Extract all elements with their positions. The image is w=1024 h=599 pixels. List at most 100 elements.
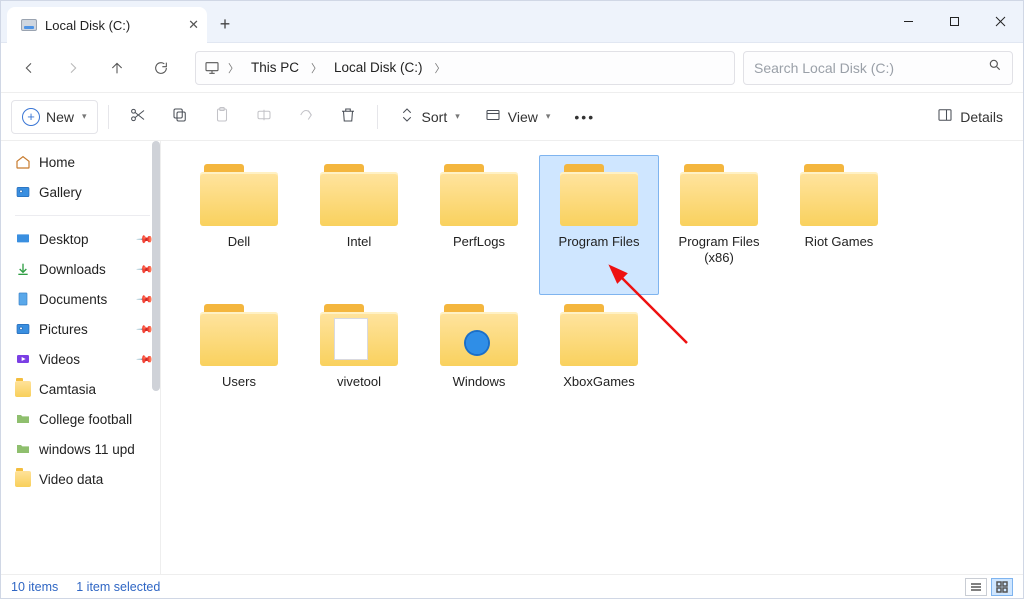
sidebar-item-pictures[interactable]: Pictures 📌 — [5, 314, 160, 344]
content-area[interactable]: Dell Intel PerfLogs Program Files Progra… — [161, 141, 1023, 574]
details-view-toggle[interactable] — [965, 578, 987, 596]
disk-icon — [21, 19, 37, 31]
up-button[interactable] — [99, 50, 135, 86]
desktop-icon — [15, 231, 31, 247]
chevron-down-icon: ▾ — [82, 111, 87, 122]
plus-icon: + — [22, 108, 40, 126]
new-tab-button[interactable]: + — [207, 7, 243, 42]
folder-label: Program Files — [559, 234, 640, 250]
sidebar-item-gallery[interactable]: Gallery — [5, 177, 160, 207]
folder-icon — [800, 164, 878, 226]
address-bar: 〉 This PC 〉 Local Disk (C:) 〉 — [1, 43, 1023, 93]
share-icon — [297, 106, 315, 127]
sidebar-item-label: Downloads — [39, 262, 106, 277]
new-button-label: New — [46, 109, 74, 125]
copy-icon — [171, 106, 189, 127]
folder-label: Dell — [228, 234, 250, 250]
titlebar: Local Disk (C:) ✕ + — [1, 1, 1023, 43]
tab-title: Local Disk (C:) — [45, 18, 130, 33]
folder-icon — [560, 304, 638, 366]
folder-label: XboxGames — [563, 374, 635, 390]
details-pane-button[interactable]: Details — [926, 100, 1013, 134]
sidebar-item-label: Video data — [39, 472, 103, 487]
folder-item-dell[interactable]: Dell — [179, 155, 299, 295]
chevron-right-icon[interactable]: 〉 — [433, 60, 448, 76]
sort-button-label: Sort — [422, 109, 448, 125]
folder-item-users[interactable]: Users — [179, 295, 299, 435]
cut-button[interactable] — [119, 100, 157, 134]
folder-item-windows[interactable]: Windows — [419, 295, 539, 435]
sidebar-item-label: windows 11 upd — [39, 442, 135, 457]
forward-button[interactable] — [55, 50, 91, 86]
folder-label: vivetool — [337, 374, 381, 390]
body: Home Gallery Desktop 📌 Downloads 📌 Docum… — [1, 141, 1023, 574]
sidebar-item-label: Pictures — [39, 322, 88, 337]
minimize-button[interactable] — [885, 1, 931, 42]
chevron-right-icon[interactable]: 〉 — [309, 60, 324, 76]
ellipsis-icon: ••• — [574, 109, 595, 125]
sidebar-item-windows-11-upd[interactable]: windows 11 upd — [5, 434, 160, 464]
breadcrumb-bar[interactable]: 〉 This PC 〉 Local Disk (C:) 〉 — [195, 51, 735, 85]
icons-view-toggle[interactable] — [991, 578, 1013, 596]
chevron-right-icon[interactable]: 〉 — [226, 60, 241, 76]
folder-icon — [15, 441, 31, 457]
folder-item-program-files-x86[interactable]: Program Files (x86) — [659, 155, 779, 295]
search-input[interactable] — [754, 60, 988, 76]
folder-icon — [320, 164, 398, 226]
sidebar-item-downloads[interactable]: Downloads 📌 — [5, 254, 160, 284]
folder-item-vivetool[interactable]: vivetool — [299, 295, 419, 435]
sidebar-item-label: Home — [39, 155, 75, 170]
share-button — [287, 100, 325, 134]
tab-current[interactable]: Local Disk (C:) ✕ — [7, 7, 207, 43]
videos-icon — [15, 351, 31, 367]
folder-item-riot-games[interactable]: Riot Games — [779, 155, 899, 295]
scrollbar[interactable] — [152, 141, 160, 391]
breadcrumb-local-disk[interactable]: Local Disk (C:) — [330, 58, 427, 77]
folder-icon — [440, 304, 518, 366]
view-button[interactable]: View ▾ — [474, 100, 561, 134]
search-icon[interactable] — [988, 58, 1002, 77]
sidebar-item-videos[interactable]: Videos 📌 — [5, 344, 160, 374]
folder-icon — [15, 471, 31, 487]
sidebar-item-documents[interactable]: Documents 📌 — [5, 284, 160, 314]
sort-button[interactable]: Sort ▾ — [388, 100, 470, 134]
sidebar-item-desktop[interactable]: Desktop 📌 — [5, 224, 160, 254]
folder-icon — [15, 381, 31, 397]
details-label: Details — [960, 109, 1003, 125]
documents-icon — [15, 291, 31, 307]
sidebar-item-label: Documents — [39, 292, 107, 307]
breadcrumb-this-pc[interactable]: This PC — [247, 58, 303, 77]
clipboard-icon — [213, 106, 231, 127]
new-button[interactable]: + New ▾ — [11, 100, 98, 134]
sidebar-item-label: Videos — [39, 352, 80, 367]
folder-item-intel[interactable]: Intel — [299, 155, 419, 295]
navigation-pane[interactable]: Home Gallery Desktop 📌 Downloads 📌 Docum… — [1, 141, 161, 574]
view-button-label: View — [508, 109, 538, 125]
status-bar: 10 items 1 item selected — [1, 574, 1023, 598]
close-window-button[interactable] — [977, 1, 1023, 42]
separator — [108, 105, 109, 129]
sidebar-item-home[interactable]: Home — [5, 147, 160, 177]
sidebar-item-video-data[interactable]: Video data — [5, 464, 160, 494]
sidebar-item-college-football[interactable]: College football — [5, 404, 160, 434]
more-button[interactable]: ••• — [564, 100, 605, 134]
rename-icon — [255, 106, 273, 127]
trash-icon — [339, 106, 357, 127]
close-tab-icon[interactable]: ✕ — [188, 17, 199, 33]
folder-item-perflogs[interactable]: PerfLogs — [419, 155, 539, 295]
maximize-button[interactable] — [931, 1, 977, 42]
delete-button[interactable] — [329, 100, 367, 134]
sidebar-item-camtasia[interactable]: Camtasia — [5, 374, 160, 404]
back-button[interactable] — [11, 50, 47, 86]
separator — [15, 215, 150, 216]
command-bar: + New ▾ Sort ▾ View ▾ ••• Details — [1, 93, 1023, 141]
sidebar-item-label: Gallery — [39, 185, 82, 200]
copy-button[interactable] — [161, 100, 199, 134]
sidebar-item-label: Desktop — [39, 232, 89, 247]
folder-item-xboxgames[interactable]: XboxGames — [539, 295, 659, 435]
folder-item-program-files[interactable]: Program Files — [539, 155, 659, 295]
search-box[interactable] — [743, 51, 1013, 85]
separator — [377, 105, 378, 129]
gallery-icon — [15, 184, 31, 200]
refresh-button[interactable] — [143, 50, 179, 86]
